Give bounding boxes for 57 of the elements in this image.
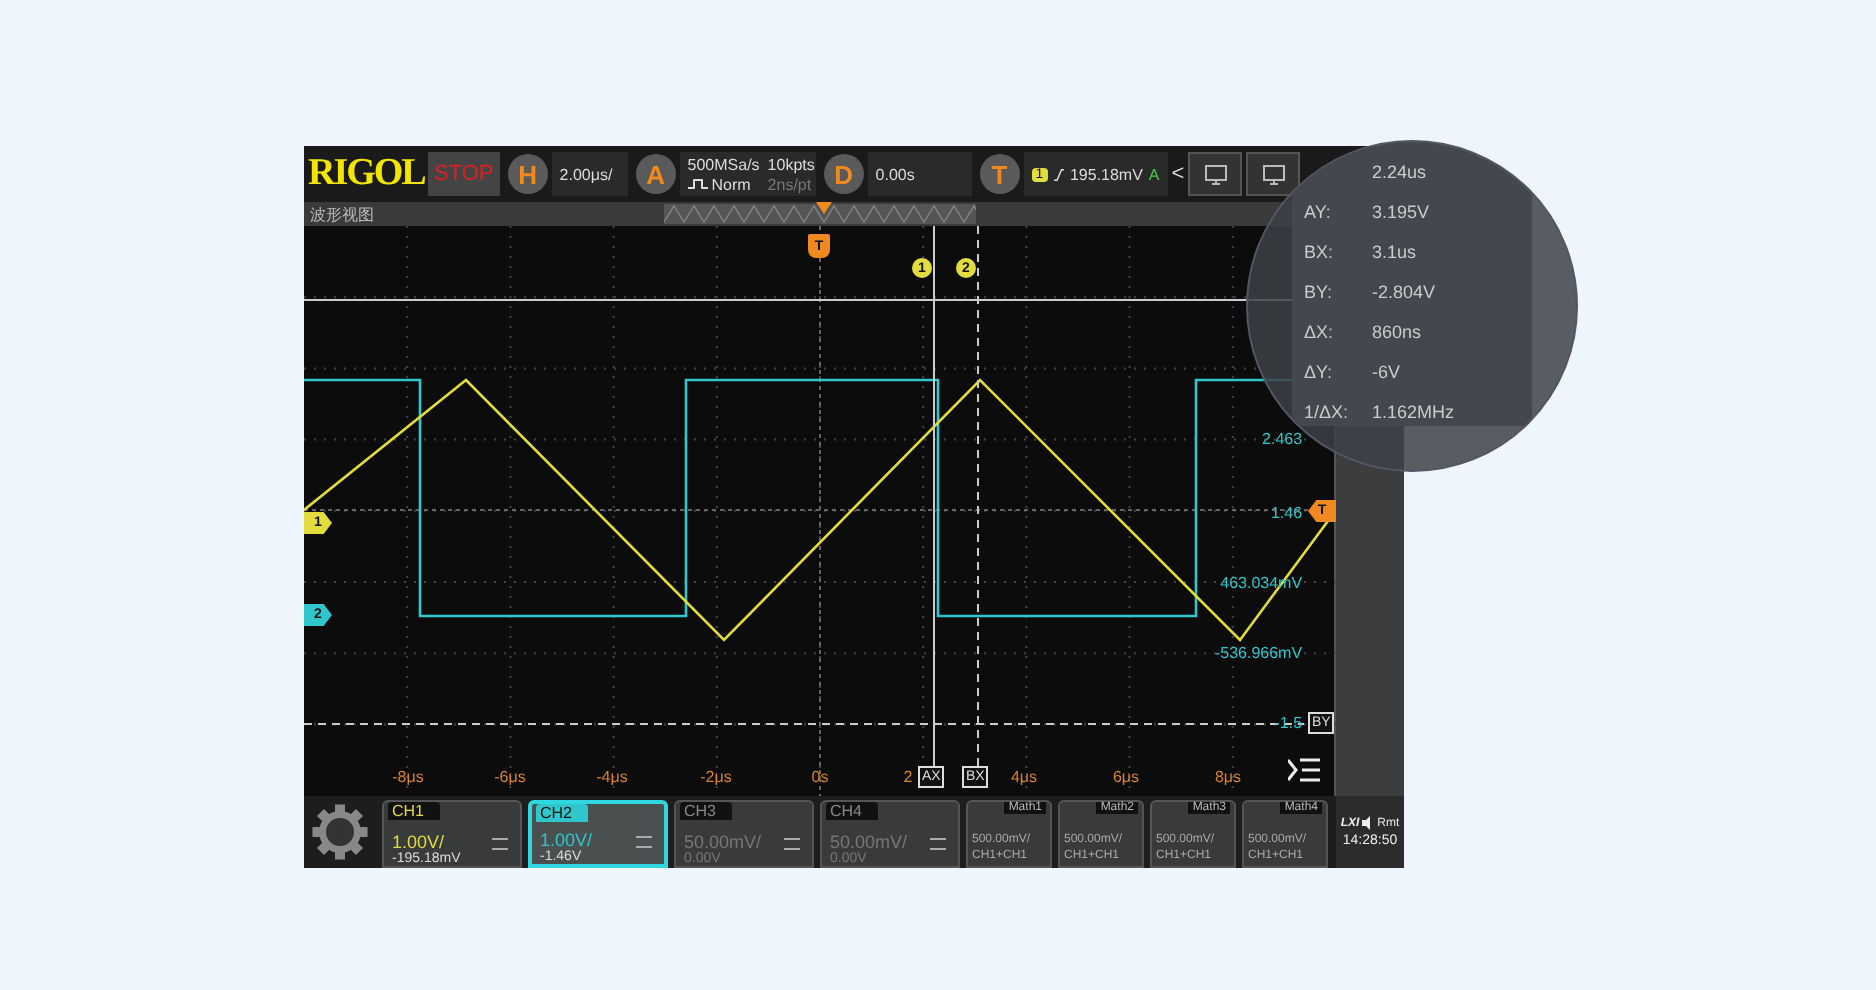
channel-name: CH3 (680, 802, 733, 820)
brand-logo: RIGOL (308, 152, 424, 196)
time-label: 0s (811, 768, 829, 786)
pulse-icon (687, 178, 708, 190)
readout-label: BY: (1304, 282, 1335, 306)
menu-icon[interactable] (1288, 758, 1320, 782)
memory-depth: 10kpts (767, 155, 815, 173)
voltage-label: -1.5 (1274, 714, 1303, 732)
voltage-label: -536.966mV (1214, 644, 1303, 662)
readout-value: 1.162MHz (1372, 402, 1457, 426)
coupling-icon (636, 836, 652, 848)
acquire-mode: Norm (711, 175, 751, 193)
time-label: 6μs (1112, 768, 1140, 786)
readout-value: -2.804V (1372, 282, 1438, 306)
coupling-icon (784, 838, 800, 850)
channel-scale: 50.00mV/ (684, 832, 762, 852)
coupling-icon (930, 838, 946, 850)
resolution: 2ns/pt (767, 175, 814, 193)
run-state: STOP (428, 152, 500, 196)
channel-scale: 50.00mV/ (830, 832, 908, 852)
channel-name: CH4 (826, 802, 879, 820)
gear-logo-icon[interactable] (310, 802, 370, 862)
channel-scale: 1.00V/ (392, 832, 445, 852)
toolbar-icon-button[interactable] (1246, 152, 1301, 196)
trigger-level: 195.18mV (1069, 165, 1143, 183)
channel-name: CH1 (388, 802, 441, 820)
time-label: -2μs (700, 768, 732, 786)
time-label: 8μs (1214, 768, 1242, 786)
trigger-status: A (1148, 165, 1160, 183)
voltage-label: 1.46 (1270, 504, 1303, 522)
collapse-arrow[interactable]: < (1171, 162, 1185, 186)
view-title: 波形视图 (310, 203, 374, 225)
time-label: -8μs (392, 768, 424, 786)
channel-name: CH2 (536, 804, 589, 822)
readout-value: 3.1us (1372, 242, 1419, 266)
readout-value: 860ns (1372, 322, 1424, 346)
rising-edge-icon (1053, 165, 1064, 183)
delay-value: 0.00s (875, 165, 915, 183)
time-label: 2 (903, 768, 913, 786)
readout-label: ΔX: (1304, 322, 1336, 346)
time-label: -4μs (596, 768, 628, 786)
readout-label: 1/ΔX: (1304, 402, 1351, 426)
speaker-icon[interactable] (1361, 816, 1376, 830)
toolbar-icon-button[interactable] (1188, 152, 1243, 196)
voltage-label: 2.463 (1262, 430, 1303, 448)
readout-value: 2.24us (1372, 162, 1429, 186)
sample-rate: 500MSa/s (687, 155, 760, 173)
channel-scale: 1.00V/ (540, 830, 593, 850)
timebase-value: 2.00μs/ (559, 165, 613, 183)
readout-value: -6V (1372, 362, 1403, 386)
time-label: 4μs (1010, 768, 1038, 786)
readout-label: AY: (1304, 202, 1333, 226)
readout-label: BX: (1304, 242, 1336, 266)
time-label: -6μs (494, 768, 526, 786)
coupling-icon (492, 838, 508, 850)
readout-label: ΔY: (1304, 362, 1335, 386)
readout-value: 3.195V (1372, 202, 1432, 226)
